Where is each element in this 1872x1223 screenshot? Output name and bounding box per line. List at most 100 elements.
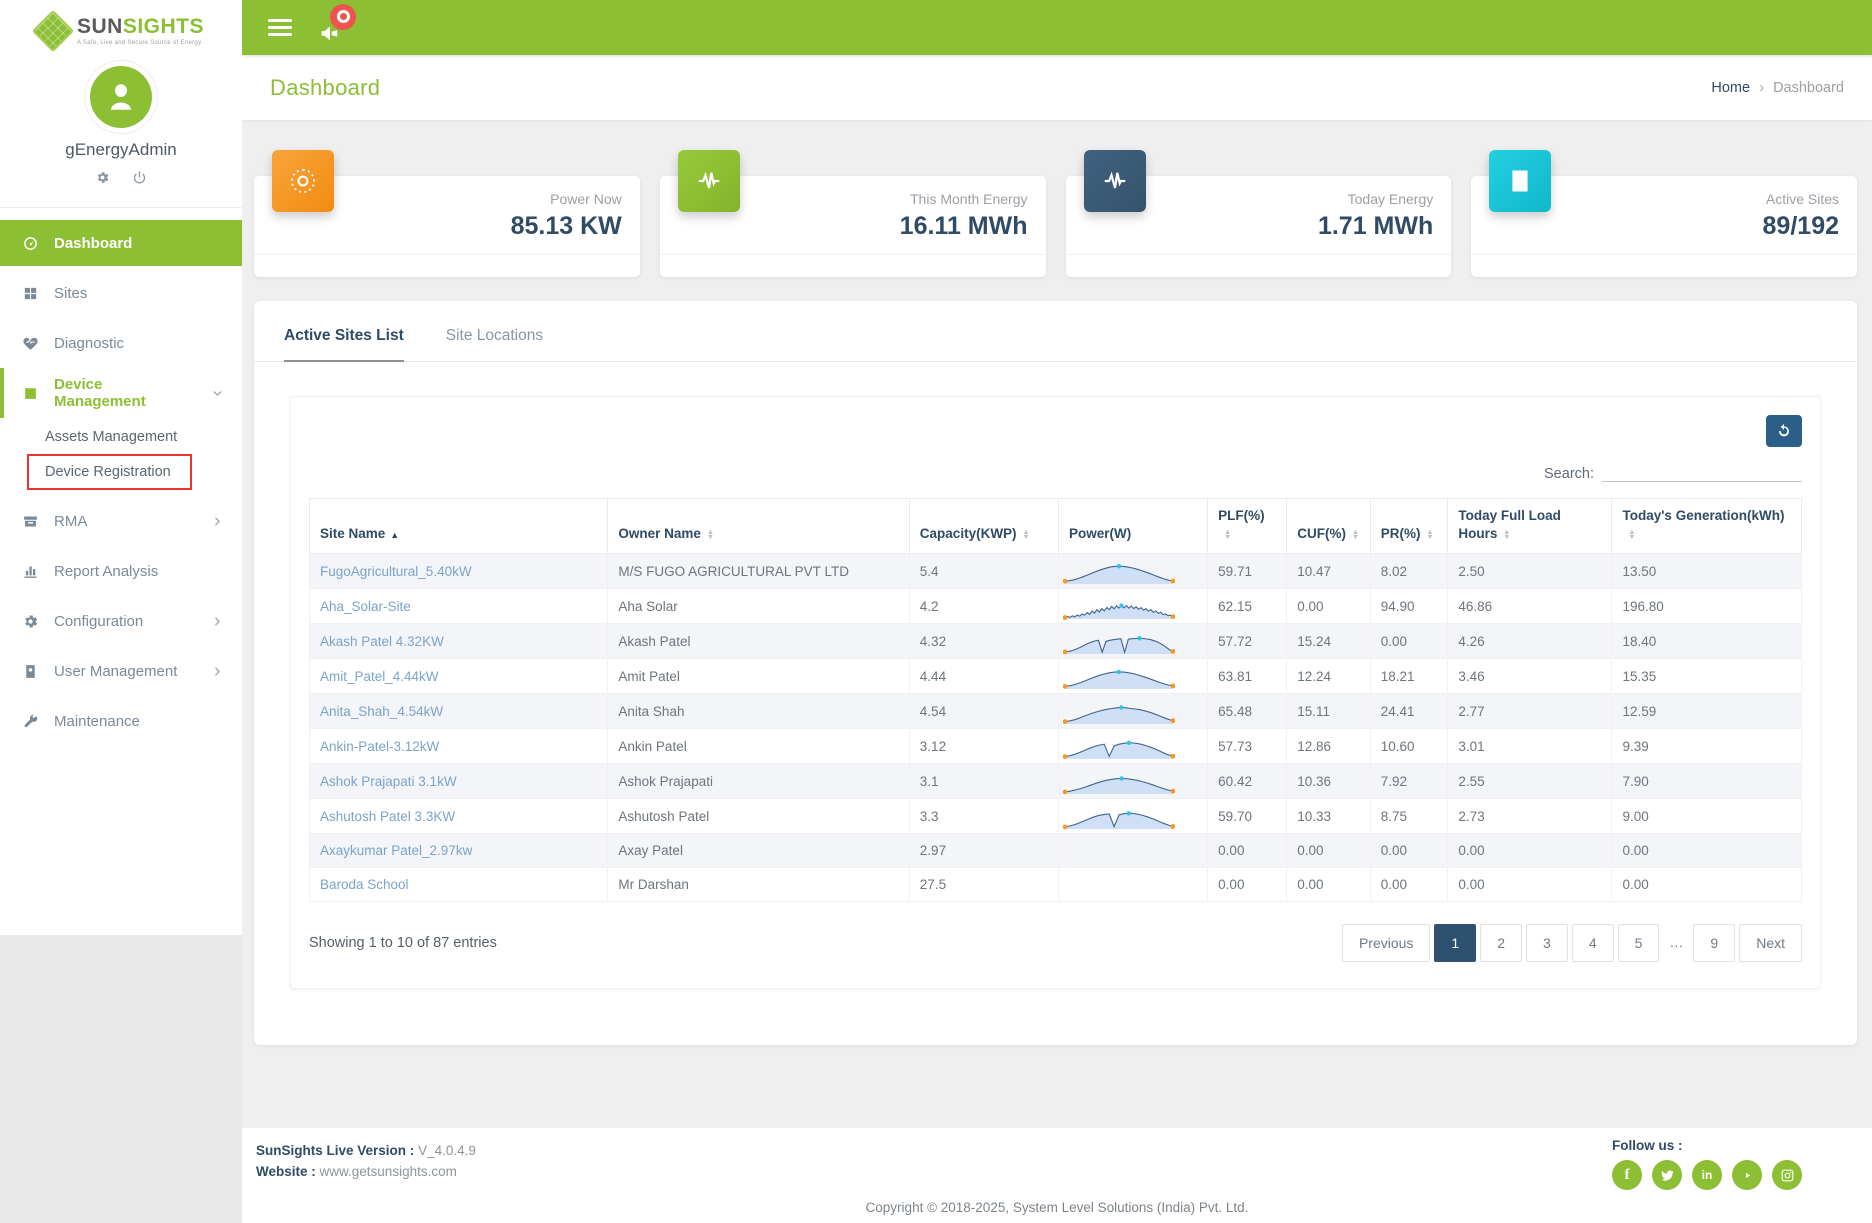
- cell-todays-generation: 18.40: [1612, 624, 1802, 659]
- hamburger-menu-icon[interactable]: [268, 15, 292, 40]
- sunsights-logo: SUNSIGHTS A Safe, Live and Secure Source…: [0, 0, 242, 56]
- cell-owner-name: Amit Patel: [608, 659, 909, 694]
- column-header-today-full-load-hours[interactable]: Today Full Load Hours▲▼: [1448, 499, 1612, 554]
- brand-tagline: A Safe, Live and Secure Source of Energy: [77, 40, 204, 46]
- pagination-page-4[interactable]: 4: [1572, 924, 1614, 962]
- cell-plf: 59.70: [1208, 799, 1287, 834]
- site-name-link[interactable]: Ankin-Patel-3.12kW: [320, 739, 439, 754]
- cell-pr: 0.00: [1370, 868, 1448, 902]
- site-name-link[interactable]: Ashok Prajapati 3.1kW: [320, 774, 457, 789]
- cell-site-name: Amit_Patel_4.44kW: [310, 659, 608, 694]
- site-name-link[interactable]: Aha_Solar-Site: [320, 599, 411, 614]
- pagination-page-5[interactable]: 5: [1618, 924, 1660, 962]
- site-name-link[interactable]: Baroda School: [320, 877, 409, 892]
- tab-active-sites-list[interactable]: Active Sites List: [284, 327, 404, 361]
- table-row: Ankin-Patel-3.12kWAnkin Patel3.1257.7312…: [310, 729, 1802, 764]
- sidebar-item-user-management[interactable]: User Management: [0, 646, 242, 696]
- column-header-today-s-generation-kwh[interactable]: Today's Generation(kWh)▲▼: [1612, 499, 1802, 554]
- linkedin-link[interactable]: in: [1692, 1160, 1722, 1190]
- pagination-page-1[interactable]: 1: [1434, 924, 1476, 962]
- site-name-link[interactable]: Anita_Shah_4.54kW: [320, 704, 443, 719]
- table-body: FugoAgricultural_5.40kWM/S FUGO AGRICULT…: [310, 554, 1802, 902]
- sidebar-item-sites[interactable]: Sites: [0, 268, 242, 318]
- sort-asc-icon: ▲: [390, 530, 399, 540]
- site-name-link[interactable]: Amit_Patel_4.44kW: [320, 669, 439, 684]
- sort-icon: ▲▼: [1503, 530, 1510, 540]
- archive-icon: [22, 513, 39, 530]
- cell-plf: 60.42: [1208, 764, 1287, 799]
- column-header-pr[interactable]: PR(%)▲▼: [1370, 499, 1448, 554]
- sidebar-subitem-device-registration[interactable]: Device Registration: [27, 454, 192, 490]
- cell-pr: 0.00: [1370, 624, 1448, 659]
- pagination-next-button[interactable]: Next: [1739, 924, 1802, 962]
- sort-icon: ▲▼: [707, 530, 714, 540]
- sidebar-subitem-assets-management[interactable]: Assets Management: [0, 420, 242, 454]
- site-name-link[interactable]: FugoAgricultural_5.40kW: [320, 564, 472, 579]
- breadcrumb-home-link[interactable]: Home: [1711, 80, 1750, 96]
- cell-owner-name: Mr Darshan: [608, 868, 909, 902]
- pagination: Previous12345…9Next: [1342, 924, 1802, 962]
- sort-icon: ▲▼: [1427, 530, 1434, 540]
- youtube-link[interactable]: [1732, 1160, 1762, 1190]
- notification-badge: [330, 4, 356, 30]
- facebook-link[interactable]: f: [1612, 1160, 1642, 1190]
- cell-capacity: 3.1: [909, 764, 1058, 799]
- column-header-owner-name[interactable]: Owner Name▲▼: [608, 499, 909, 554]
- sidebar-item-dashboard[interactable]: Dashboard: [0, 220, 242, 266]
- chip-icon: [22, 385, 39, 402]
- version-label: SunSights Live Version :: [256, 1143, 414, 1158]
- refresh-button[interactable]: [1766, 415, 1802, 447]
- cell-todays-generation: 15.35: [1612, 659, 1802, 694]
- announcement-icon[interactable]: [318, 8, 358, 48]
- pagination-page-3[interactable]: 3: [1526, 924, 1568, 962]
- cell-site-name: Aha_Solar-Site: [310, 589, 608, 624]
- cell-owner-name: Akash Patel: [608, 624, 909, 659]
- sites-panel: Active Sites ListSite Locations Search: …: [254, 301, 1857, 1045]
- logout-power-icon[interactable]: [132, 170, 147, 185]
- sidebar-item-maintenance[interactable]: Maintenance: [0, 696, 242, 746]
- active-sites-table: Site Name▲Owner Name▲▼Capacity(KWP)▲▼Pow…: [309, 498, 1802, 902]
- sidebar-item-device-management[interactable]: Device Management: [0, 368, 242, 418]
- sidebar-item-report-analysis[interactable]: Report Analysis: [0, 546, 242, 596]
- pagination-previous-button[interactable]: Previous: [1342, 924, 1430, 962]
- sidebar-item-label: Dashboard: [54, 235, 224, 252]
- cell-cuf: 0.00: [1287, 589, 1371, 624]
- column-header-capacity-kwp[interactable]: Capacity(KWP)▲▼: [909, 499, 1058, 554]
- site-name-link[interactable]: Akash Patel 4.32KW: [320, 634, 444, 649]
- website-value[interactable]: www.getsunsights.com: [320, 1164, 457, 1179]
- pagination-page-9[interactable]: 9: [1693, 924, 1735, 962]
- sidebar-item-diagnostic[interactable]: Diagnostic: [0, 318, 242, 368]
- sidebar-item-label: User Management: [54, 663, 196, 680]
- stats-row: Power Now85.13 KWThis Month Energy16.11 …: [254, 176, 1857, 277]
- cell-plf: 62.15: [1208, 589, 1287, 624]
- cell-owner-name: Aha Solar: [608, 589, 909, 624]
- column-header-site-name[interactable]: Site Name▲: [310, 499, 608, 554]
- cell-today-full-load-hours: 2.77: [1448, 694, 1612, 729]
- twitter-link[interactable]: [1652, 1160, 1682, 1190]
- chevron-right-icon: [211, 515, 224, 528]
- facebook-icon: f: [1625, 1166, 1630, 1184]
- entries-summary: Showing 1 to 10 of 87 entries: [309, 935, 497, 951]
- tab-site-locations[interactable]: Site Locations: [446, 327, 543, 361]
- table-row: Baroda SchoolMr Darshan27.50.000.000.000…: [310, 868, 1802, 902]
- sidebar-item-configuration[interactable]: Configuration: [0, 596, 242, 646]
- instagram-icon: [1780, 1168, 1795, 1183]
- pagination-page-2[interactable]: 2: [1480, 924, 1522, 962]
- sidebar-item-rma[interactable]: RMA: [0, 496, 242, 546]
- site-name-link[interactable]: Axaykumar Patel_2.97kw: [320, 843, 472, 858]
- brand-name: SUNSIGHTS: [77, 16, 204, 37]
- search-input[interactable]: [1602, 461, 1802, 482]
- site-name-link[interactable]: Ashutosh Patel 3.3KW: [320, 809, 455, 824]
- column-header-plf[interactable]: PLF(%)▲▼: [1208, 499, 1287, 554]
- table-header-row: Site Name▲Owner Name▲▼Capacity(KWP)▲▼Pow…: [310, 499, 1802, 554]
- cell-pr: 94.90: [1370, 589, 1448, 624]
- cell-site-name: Akash Patel 4.32KW: [310, 624, 608, 659]
- power-sparkline-chart: [1063, 696, 1175, 726]
- cell-cuf: 0.00: [1287, 868, 1371, 902]
- stat-divider: [254, 254, 640, 274]
- person-icon: [104, 80, 138, 114]
- instagram-link[interactable]: [1772, 1160, 1802, 1190]
- column-header-cuf[interactable]: CUF(%)▲▼: [1287, 499, 1371, 554]
- settings-gear-icon[interactable]: [95, 170, 110, 185]
- sort-icon: ▲▼: [1628, 530, 1635, 540]
